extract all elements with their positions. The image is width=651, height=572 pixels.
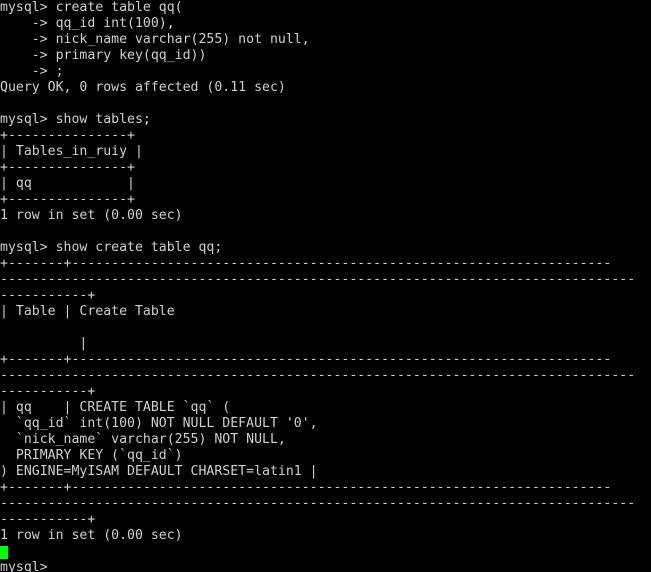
terminal-line: 1 row in set (0.00 sec) — [0, 528, 183, 543]
terminal-line: +---------------+ — [0, 128, 135, 143]
terminal-line: +---------------+ — [0, 192, 135, 207]
terminal-line: mysql> — [0, 560, 56, 572]
terminal-line: | qq | CREATE TABLE `qq` ( — [0, 400, 231, 415]
terminal-line: | — [0, 336, 88, 351]
terminal-line: ) ENGINE=MyISAM DEFAULT CHARSET=latin1 | — [0, 464, 318, 479]
terminal-line: -----------+ — [0, 384, 96, 399]
terminal-line: | Table | Create Table — [0, 304, 175, 319]
terminal-line: | Tables_in_ruiy | — [0, 144, 143, 159]
terminal-line: +-------+-------------------------------… — [0, 480, 612, 495]
terminal-line: +-------+-------------------------------… — [0, 352, 612, 367]
terminal-line: Query OK, 0 rows affected (0.11 sec) — [0, 80, 286, 95]
terminal-line: `qq_id` int(100) NOT NULL DEFAULT '0', — [0, 416, 318, 431]
terminal-line: +---------------+ — [0, 160, 135, 175]
terminal-line: +-------+-------------------------------… — [0, 256, 612, 271]
terminal-line: -----------+ — [0, 288, 96, 303]
terminal-line: 1 row in set (0.00 sec) — [0, 208, 183, 223]
terminal-line: mysql> create table qq( — [0, 0, 183, 15]
terminal-line: -> ; — [0, 64, 64, 79]
terminal-line: -> primary key(qq_id)) — [0, 48, 207, 63]
terminal-line: ----------------------------------------… — [0, 368, 636, 383]
terminal-line: | qq | — [0, 176, 135, 191]
terminal-line: ----------------------------------------… — [0, 496, 636, 511]
terminal-line — [0, 544, 651, 560]
terminal-line: mysql> show tables; — [0, 112, 151, 127]
terminal-line: ----------------------------------------… — [0, 272, 636, 287]
terminal-line: -> qq_id int(100), — [0, 16, 175, 31]
terminal-line: -----------+ — [0, 512, 96, 527]
terminal-line: PRIMARY KEY (`qq_id`) — [0, 448, 183, 463]
terminal-line: `nick_name` varchar(255) NOT NULL, — [0, 432, 286, 447]
text-cursor — [0, 546, 8, 559]
terminal-line: -> nick_name varchar(255) not null, — [0, 32, 310, 47]
terminal-screen[interactable]: mysql> create table qq( -> qq_id int(100… — [0, 0, 651, 572]
terminal-line: mysql> show create table qq; — [0, 240, 223, 255]
